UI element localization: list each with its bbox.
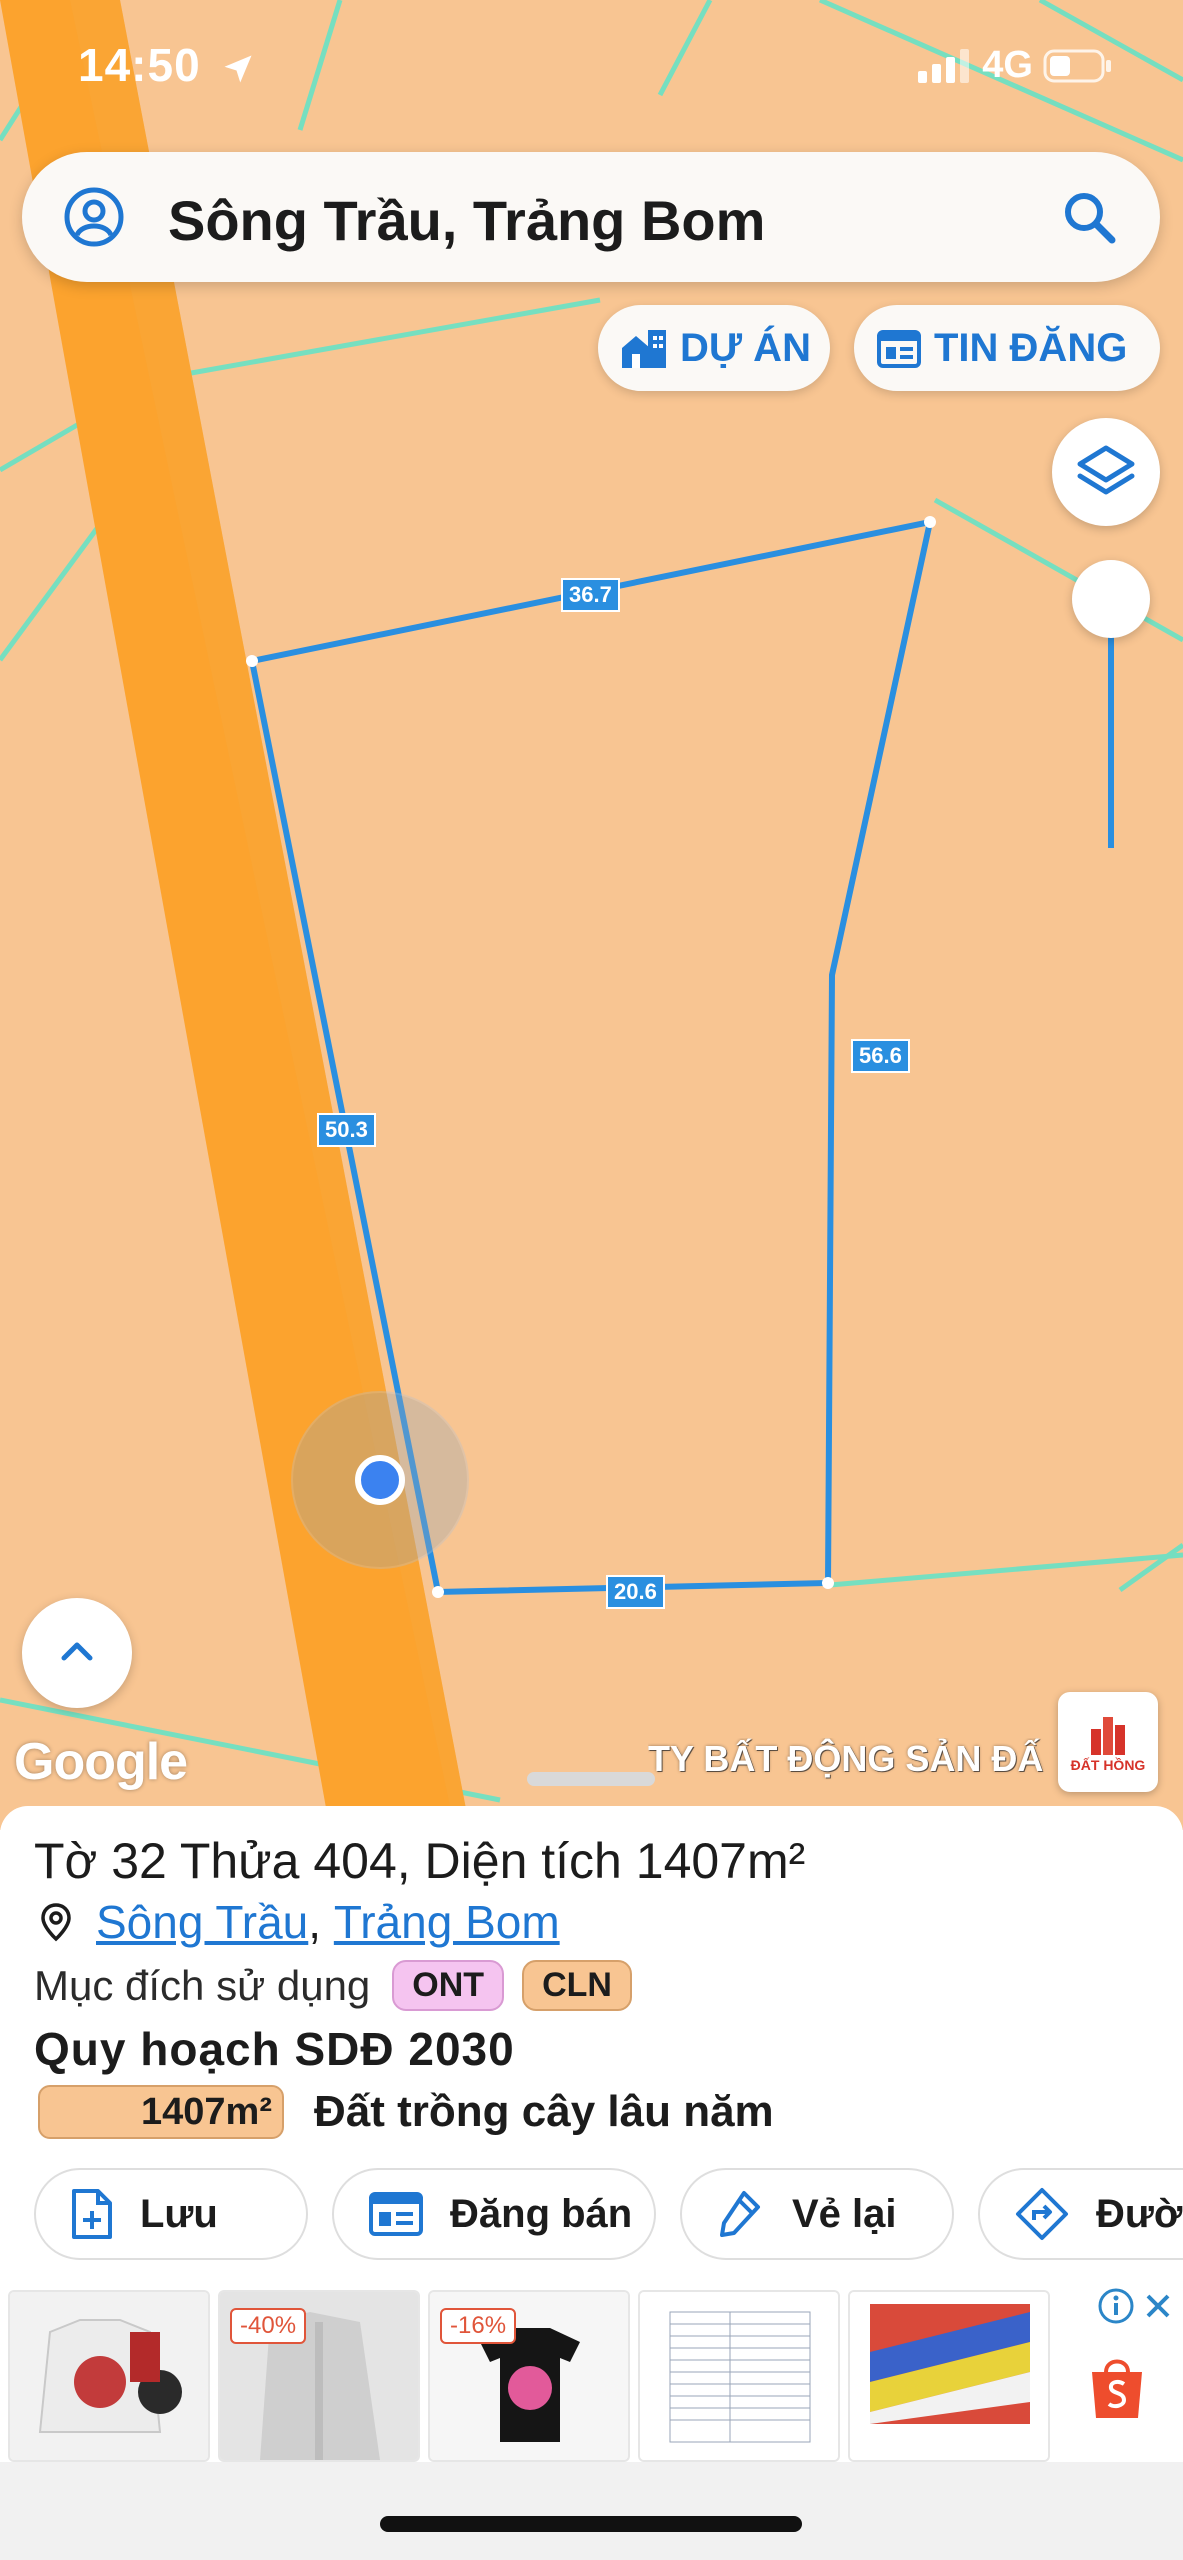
edge-label-bottom: 20.6 [606, 1575, 665, 1609]
tin-dang-label: TIN ĐĂNG [934, 325, 1128, 370]
status-bar: 14:50 4G [0, 0, 1183, 130]
location-separator: , [308, 1896, 334, 1948]
expand-sheet-button[interactable] [22, 1598, 132, 1708]
sheet-drag-handle[interactable] [527, 1772, 655, 1786]
price-table-image [640, 2292, 838, 2460]
ad-item-shirt-grey[interactable]: -40% [218, 2290, 420, 2462]
directions-icon [1016, 2188, 1068, 2240]
dat-hong-logo[interactable]: ĐẤT HỒNG [1058, 1692, 1158, 1792]
ad-item-hoodie[interactable] [8, 2290, 210, 2462]
save-button[interactable]: Lưu [34, 2168, 308, 2260]
hoodie-product-image [10, 2292, 208, 2460]
purpose-label: Mục đích sử dụng [34, 1961, 371, 2009]
redraw-label: Vẻ lại [792, 2191, 897, 2236]
plan-title: Quy hoạch SDĐ 2030 [34, 2023, 515, 2075]
logo-building-icon [1091, 1717, 1125, 1755]
layers-icon [1077, 445, 1135, 495]
ad-discount-badge: -16% [440, 2308, 517, 2344]
home-area [0, 2462, 1183, 2560]
redraw-button[interactable]: Vẻ lại [680, 2168, 954, 2260]
search-bar[interactable]: Sông Trầu, Trảng Bom [22, 152, 1160, 282]
battery-icon [1043, 49, 1111, 82]
district-link[interactable]: Trảng Bom [334, 1895, 560, 1949]
chevron-up-icon [61, 1642, 93, 1661]
land-use-purpose-row: Mục đích sử dụng ONT CLN [34, 1960, 632, 2011]
ad-discount-badge: -40% [230, 2308, 307, 2344]
action-buttons-row[interactable]: Lưu Đăng bán Vẻ lại Đườn [0, 2168, 1183, 2268]
status-time: 14:50 [78, 38, 256, 92]
google-attribution: Google [14, 1733, 188, 1791]
parcel-location: Sông Trầu, Trảng Bom [38, 1895, 560, 1949]
shopee-bag-icon[interactable] [1086, 2352, 1148, 2422]
ad-close-icon[interactable] [1140, 2288, 1176, 2324]
plan-area-row: 1407m² Đất trồng cây lâu năm [38, 2085, 774, 2139]
location-arrow-icon [224, 55, 252, 83]
search-icon[interactable] [1058, 186, 1120, 248]
home-indicator[interactable] [380, 2516, 802, 2532]
add-document-icon [72, 2189, 112, 2239]
route-label: Đườn [1096, 2191, 1183, 2236]
search-query-text[interactable]: Sông Trầu, Trảng Bom [168, 188, 765, 253]
map-view[interactable]: 36.7 50.3 56.6 20.6 14:50 4G Sông Trầu, … [0, 0, 1183, 1830]
user-location-dot [355, 1455, 405, 1505]
ad-info-icon[interactable] [1096, 2286, 1136, 2326]
ad-item-price-table[interactable] [638, 2290, 840, 2462]
parcel-title: Tờ 32 Thửa 404, Diện tích 1407m² [34, 1833, 806, 1889]
post-label: Đăng bán [450, 2191, 633, 2236]
purpose-badge-ont[interactable]: ONT [392, 1960, 505, 2011]
logo-text: ĐẤT HỒNG [1070, 1757, 1146, 1773]
edit-pen-icon [720, 2191, 760, 2237]
purpose-badge-cln[interactable]: CLN [522, 1960, 632, 2011]
user-profile-icon[interactable] [62, 185, 126, 249]
listing-calendar-icon [369, 2192, 423, 2236]
zoom-slider-knob[interactable] [1072, 560, 1150, 638]
project-building-icon [622, 330, 666, 368]
network-label: 4G [982, 44, 1033, 86]
du-an-label: DỰ ÁN [680, 325, 811, 370]
plan-area-chip: 1407m² [38, 2085, 284, 2139]
layers-button[interactable] [1052, 418, 1160, 526]
signal-icon [918, 48, 970, 83]
map-pin-icon [41, 1903, 71, 1942]
commune-link[interactable]: Sông Trầu [96, 1895, 308, 1949]
colored-film-image [850, 2292, 1048, 2460]
ad-item-tshirt[interactable]: -16% [428, 2290, 630, 2462]
route-button[interactable]: Đườn [978, 2168, 1183, 2260]
status-right: 4G [918, 44, 1113, 87]
edge-label-right: 56.6 [851, 1039, 910, 1073]
post-for-sale-button[interactable]: Đăng bán [332, 2168, 656, 2260]
edge-label-left: 50.3 [317, 1113, 376, 1147]
du-an-button[interactable]: DỰ ÁN [598, 305, 830, 391]
tin-dang-button[interactable]: TIN ĐĂNG [854, 305, 1160, 391]
listing-calendar-icon [877, 330, 921, 368]
edge-label-top: 36.7 [561, 578, 620, 612]
save-label: Lưu [140, 2191, 218, 2236]
plan-land-type: Đất trồng cây lâu năm [314, 2087, 774, 2136]
ad-item-colored-rolls[interactable] [848, 2290, 1050, 2462]
ad-banner[interactable]: -40% -16% [0, 2282, 1183, 2462]
company-watermark: TY BẤT ĐỘNG SẢN ĐẤ [648, 1738, 1044, 1779]
